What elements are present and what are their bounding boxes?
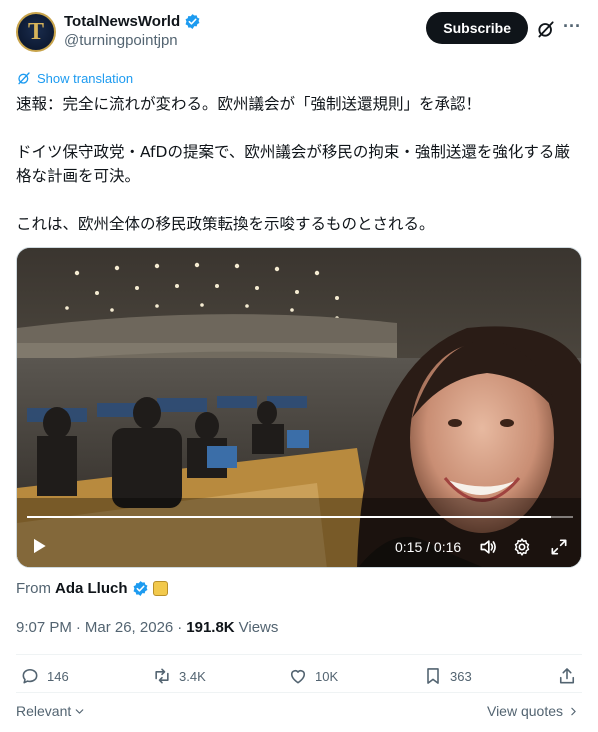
bookmark-icon <box>427 668 439 684</box>
chevron-down-icon <box>75 708 84 714</box>
subscribe-button[interactable]: Subscribe <box>426 12 528 44</box>
grok-icon[interactable] <box>536 19 556 39</box>
reply-count: 146 <box>47 668 69 684</box>
show-translation-label: Show translation <box>37 70 134 86</box>
video-duration: 0:16 <box>433 539 462 555</box>
more-options-icon[interactable]: ··· <box>562 17 582 38</box>
video-time-separator: / <box>422 539 434 555</box>
like-button[interactable]: 10K <box>288 666 338 686</box>
views-count: 191.8K <box>186 619 235 636</box>
play-icon[interactable] <box>29 536 49 556</box>
fullscreen-icon[interactable] <box>549 537 569 557</box>
bookmark-button[interactable]: 363 <box>423 666 472 686</box>
tweet-actions: 146 3.4K 10K 363 <box>16 666 582 692</box>
video-progress-bar[interactable] <box>27 516 573 518</box>
reply-button[interactable]: 146 <box>20 666 69 686</box>
meta-separator: · <box>75 619 81 636</box>
tweet-line: これは、欧州全体の移民政策転換を示唆するものとされる。 <box>16 215 435 233</box>
video-current-time: 0:15 <box>395 539 423 555</box>
video-player[interactable]: 0:15 / 0:16 <box>16 247 582 568</box>
tweet-line: ドイツ保守政党・AfDの提案で、欧州議会が移民の拘束・強制送還を強化する厳格な計… <box>16 143 570 185</box>
attribution-source-name[interactable]: Ada Lluch <box>55 580 128 597</box>
repost-count: 3.4K <box>179 668 206 684</box>
translate-icon <box>18 72 30 85</box>
share-icon <box>559 668 575 684</box>
video-frame <box>17 248 581 567</box>
divider <box>16 654 582 655</box>
share-button[interactable] <box>557 666 577 686</box>
relevant-sort-button[interactable]: Relevant <box>16 703 86 719</box>
tweet-line: 速報：完全に流れが変わる。欧州議会が「強制送還規則」を承認！ <box>16 95 482 113</box>
heart-icon <box>290 669 306 684</box>
author-name-row: TotalNewsWorld <box>64 13 201 30</box>
repost-icon <box>155 668 169 684</box>
show-translation-link[interactable]: Show translation <box>16 70 133 86</box>
video-time: 0:15 / 0:16 <box>395 539 461 555</box>
verified-badge-icon <box>185 14 200 29</box>
author-handle[interactable]: @turningpointjpn <box>64 32 201 49</box>
tweet-time[interactable]: 9:07 PM <box>16 619 72 636</box>
repost-button[interactable]: 3.4K <box>152 666 206 686</box>
bookmark-count: 363 <box>450 668 472 684</box>
view-quotes-label: View quotes <box>486 703 563 719</box>
views-label: Views <box>238 619 279 636</box>
author-block: TotalNewsWorld @turningpointjpn <box>64 13 201 49</box>
tweet-header: T TotalNewsWorld @turningpointjpn Subscr… <box>16 12 584 54</box>
reply-icon <box>22 668 38 684</box>
avatar[interactable]: T <box>16 12 56 52</box>
from-label: From <box>16 580 51 597</box>
affiliate-badge-icon <box>152 581 168 596</box>
tweet-date[interactable]: Mar 26, 2026 <box>85 619 173 636</box>
relevant-label: Relevant <box>16 703 72 719</box>
chevron-right-icon <box>571 707 576 715</box>
video-attribution: From Ada Lluch <box>16 580 168 597</box>
divider <box>16 692 582 693</box>
video-progress-fill <box>27 516 552 518</box>
volume-icon[interactable] <box>478 537 498 557</box>
avatar-letter: T <box>27 19 44 45</box>
view-quotes-link[interactable]: View quotes <box>487 703 580 719</box>
verified-badge-icon <box>133 581 147 596</box>
author-display-name[interactable]: TotalNewsWorld <box>64 13 180 30</box>
like-count: 10K <box>315 668 339 684</box>
settings-gear-icon[interactable] <box>512 537 532 557</box>
tweet-meta: 9:07 PM · Mar 26, 2026 · 191.8K Views <box>16 619 278 636</box>
tweet-text: 速報：完全に流れが変わる。欧州議会が「強制送還規則」を承認！ ドイツ保守政党・A… <box>16 92 582 236</box>
meta-separator: · <box>177 619 183 636</box>
